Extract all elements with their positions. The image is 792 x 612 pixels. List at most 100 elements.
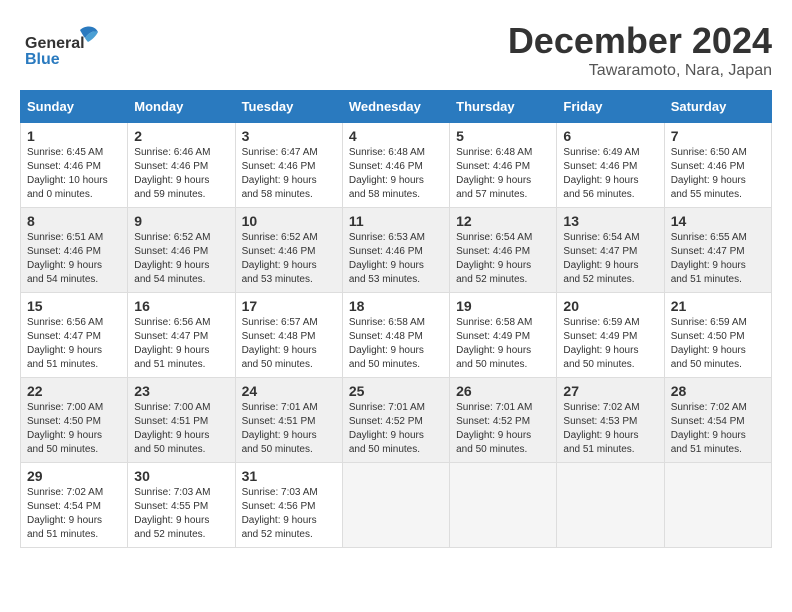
day-info: Sunrise: 6:58 AMSunset: 4:48 PMDaylight:…: [349, 316, 443, 372]
day-info: Sunrise: 6:55 AMSunset: 4:47 PMDaylight:…: [671, 231, 765, 287]
calendar-cell: 8 Sunrise: 6:51 AMSunset: 4:46 PMDayligh…: [21, 208, 128, 293]
calendar-cell: 20 Sunrise: 6:59 AMSunset: 4:49 PMDaylig…: [557, 293, 664, 378]
day-info: Sunrise: 6:56 AMSunset: 4:47 PMDaylight:…: [27, 316, 121, 372]
header-day-tuesday: Tuesday: [235, 91, 342, 123]
day-number: 27: [563, 383, 657, 399]
day-number: 6: [563, 128, 657, 144]
logo-icon: General Blue: [20, 20, 110, 70]
calendar-subtitle: Tawaramoto, Nara, Japan: [508, 62, 772, 80]
header-day-thursday: Thursday: [450, 91, 557, 123]
day-number: 4: [349, 128, 443, 144]
calendar-cell: 24 Sunrise: 7:01 AMSunset: 4:51 PMDaylig…: [235, 378, 342, 463]
calendar-cell: 6 Sunrise: 6:49 AMSunset: 4:46 PMDayligh…: [557, 123, 664, 208]
header-day-wednesday: Wednesday: [342, 91, 449, 123]
day-info: Sunrise: 6:45 AMSunset: 4:46 PMDaylight:…: [27, 146, 121, 202]
day-number: 21: [671, 298, 765, 314]
day-number: 16: [134, 298, 228, 314]
day-info: Sunrise: 7:02 AMSunset: 4:54 PMDaylight:…: [671, 401, 765, 457]
day-info: Sunrise: 6:59 AMSunset: 4:49 PMDaylight:…: [563, 316, 657, 372]
calendar-cell: 12 Sunrise: 6:54 AMSunset: 4:46 PMDaylig…: [450, 208, 557, 293]
day-info: Sunrise: 6:48 AMSunset: 4:46 PMDaylight:…: [456, 146, 550, 202]
calendar-cell: 30 Sunrise: 7:03 AMSunset: 4:55 PMDaylig…: [128, 463, 235, 548]
week-row-4: 22 Sunrise: 7:00 AMSunset: 4:50 PMDaylig…: [21, 378, 772, 463]
day-number: 2: [134, 128, 228, 144]
calendar-title: December 2024: [508, 20, 772, 62]
calendar-cell: 28 Sunrise: 7:02 AMSunset: 4:54 PMDaylig…: [664, 378, 771, 463]
day-info: Sunrise: 6:48 AMSunset: 4:46 PMDaylight:…: [349, 146, 443, 202]
calendar-cell: 19 Sunrise: 6:58 AMSunset: 4:49 PMDaylig…: [450, 293, 557, 378]
calendar-cell: 16 Sunrise: 6:56 AMSunset: 4:47 PMDaylig…: [128, 293, 235, 378]
calendar-cell: 18 Sunrise: 6:58 AMSunset: 4:48 PMDaylig…: [342, 293, 449, 378]
calendar-cell: 3 Sunrise: 6:47 AMSunset: 4:46 PMDayligh…: [235, 123, 342, 208]
calendar-cell: 21 Sunrise: 6:59 AMSunset: 4:50 PMDaylig…: [664, 293, 771, 378]
day-number: 26: [456, 383, 550, 399]
header-day-monday: Monday: [128, 91, 235, 123]
calendar-cell: 25 Sunrise: 7:01 AMSunset: 4:52 PMDaylig…: [342, 378, 449, 463]
title-area: December 2024 Tawaramoto, Nara, Japan: [508, 20, 772, 80]
week-row-2: 8 Sunrise: 6:51 AMSunset: 4:46 PMDayligh…: [21, 208, 772, 293]
day-info: Sunrise: 6:52 AMSunset: 4:46 PMDaylight:…: [134, 231, 228, 287]
day-info: Sunrise: 6:47 AMSunset: 4:46 PMDaylight:…: [242, 146, 336, 202]
day-info: Sunrise: 7:00 AMSunset: 4:50 PMDaylight:…: [27, 401, 121, 457]
day-info: Sunrise: 7:02 AMSunset: 4:53 PMDaylight:…: [563, 401, 657, 457]
day-info: Sunrise: 6:50 AMSunset: 4:46 PMDaylight:…: [671, 146, 765, 202]
day-info: Sunrise: 7:01 AMSunset: 4:52 PMDaylight:…: [349, 401, 443, 457]
day-info: Sunrise: 6:56 AMSunset: 4:47 PMDaylight:…: [134, 316, 228, 372]
day-info: Sunrise: 6:59 AMSunset: 4:50 PMDaylight:…: [671, 316, 765, 372]
day-number: 24: [242, 383, 336, 399]
calendar-table: SundayMondayTuesdayWednesdayThursdayFrid…: [20, 90, 772, 548]
day-number: 9: [134, 213, 228, 229]
day-info: Sunrise: 6:51 AMSunset: 4:46 PMDaylight:…: [27, 231, 121, 287]
calendar-cell: 1 Sunrise: 6:45 AMSunset: 4:46 PMDayligh…: [21, 123, 128, 208]
calendar-cell: 13 Sunrise: 6:54 AMSunset: 4:47 PMDaylig…: [557, 208, 664, 293]
week-row-5: 29 Sunrise: 7:02 AMSunset: 4:54 PMDaylig…: [21, 463, 772, 548]
day-info: Sunrise: 6:49 AMSunset: 4:46 PMDaylight:…: [563, 146, 657, 202]
day-number: 19: [456, 298, 550, 314]
day-number: 14: [671, 213, 765, 229]
day-info: Sunrise: 6:54 AMSunset: 4:46 PMDaylight:…: [456, 231, 550, 287]
calendar-cell: 10 Sunrise: 6:52 AMSunset: 4:46 PMDaylig…: [235, 208, 342, 293]
calendar-cell: 11 Sunrise: 6:53 AMSunset: 4:46 PMDaylig…: [342, 208, 449, 293]
day-info: Sunrise: 7:01 AMSunset: 4:51 PMDaylight:…: [242, 401, 336, 457]
calendar-cell: 2 Sunrise: 6:46 AMSunset: 4:46 PMDayligh…: [128, 123, 235, 208]
calendar-cell: [450, 463, 557, 548]
day-info: Sunrise: 6:46 AMSunset: 4:46 PMDaylight:…: [134, 146, 228, 202]
calendar-cell: 15 Sunrise: 6:56 AMSunset: 4:47 PMDaylig…: [21, 293, 128, 378]
day-number: 12: [456, 213, 550, 229]
day-number: 3: [242, 128, 336, 144]
calendar-cell: [557, 463, 664, 548]
day-number: 10: [242, 213, 336, 229]
day-number: 23: [134, 383, 228, 399]
day-number: 7: [671, 128, 765, 144]
day-number: 30: [134, 468, 228, 484]
day-number: 1: [27, 128, 121, 144]
calendar-cell: 26 Sunrise: 7:01 AMSunset: 4:52 PMDaylig…: [450, 378, 557, 463]
day-info: Sunrise: 6:54 AMSunset: 4:47 PMDaylight:…: [563, 231, 657, 287]
week-row-3: 15 Sunrise: 6:56 AMSunset: 4:47 PMDaylig…: [21, 293, 772, 378]
day-number: 29: [27, 468, 121, 484]
day-number: 8: [27, 213, 121, 229]
day-info: Sunrise: 6:53 AMSunset: 4:46 PMDaylight:…: [349, 231, 443, 287]
day-info: Sunrise: 7:03 AMSunset: 4:55 PMDaylight:…: [134, 486, 228, 542]
day-info: Sunrise: 7:00 AMSunset: 4:51 PMDaylight:…: [134, 401, 228, 457]
day-info: Sunrise: 7:03 AMSunset: 4:56 PMDaylight:…: [242, 486, 336, 542]
calendar-cell: 22 Sunrise: 7:00 AMSunset: 4:50 PMDaylig…: [21, 378, 128, 463]
day-number: 28: [671, 383, 765, 399]
calendar-cell: 5 Sunrise: 6:48 AMSunset: 4:46 PMDayligh…: [450, 123, 557, 208]
day-number: 31: [242, 468, 336, 484]
day-info: Sunrise: 6:58 AMSunset: 4:49 PMDaylight:…: [456, 316, 550, 372]
calendar-cell: 9 Sunrise: 6:52 AMSunset: 4:46 PMDayligh…: [128, 208, 235, 293]
calendar-cell: 27 Sunrise: 7:02 AMSunset: 4:53 PMDaylig…: [557, 378, 664, 463]
svg-text:General: General: [25, 35, 85, 52]
day-info: Sunrise: 7:02 AMSunset: 4:54 PMDaylight:…: [27, 486, 121, 542]
header: General Blue December 2024 Tawaramoto, N…: [20, 20, 772, 80]
calendar-cell: 29 Sunrise: 7:02 AMSunset: 4:54 PMDaylig…: [21, 463, 128, 548]
calendar-cell: [664, 463, 771, 548]
calendar-cell: 23 Sunrise: 7:00 AMSunset: 4:51 PMDaylig…: [128, 378, 235, 463]
header-day-friday: Friday: [557, 91, 664, 123]
logo: General Blue: [20, 20, 110, 70]
calendar-cell: 17 Sunrise: 6:57 AMSunset: 4:48 PMDaylig…: [235, 293, 342, 378]
calendar-cell: 7 Sunrise: 6:50 AMSunset: 4:46 PMDayligh…: [664, 123, 771, 208]
day-number: 22: [27, 383, 121, 399]
day-number: 25: [349, 383, 443, 399]
